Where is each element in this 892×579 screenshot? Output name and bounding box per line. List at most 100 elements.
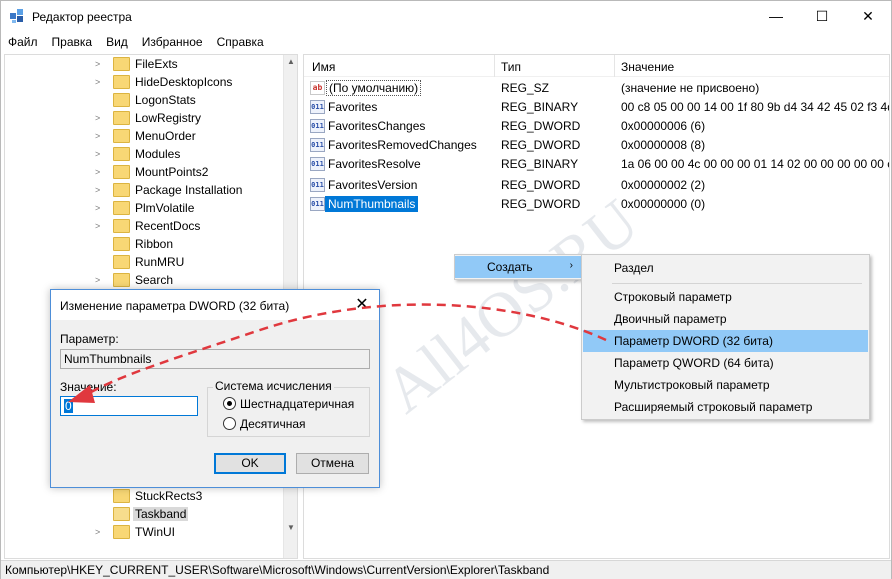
value-data: 0x00000002 (2): [621, 178, 706, 192]
table-row[interactable]: 011 FavoritesVersion REG_DWORD 0x0000000…: [304, 176, 889, 195]
expand-chevron-icon[interactable]: >: [95, 201, 105, 215]
expand-chevron-icon[interactable]: >: [95, 525, 105, 539]
window-title: Редактор реестра: [32, 10, 132, 24]
tree-item-plmvolatile[interactable]: > PlmVolatile: [5, 199, 283, 217]
folder-icon: [113, 93, 130, 107]
parameter-name-field[interactable]: NumThumbnails: [60, 349, 370, 369]
scroll-down-icon[interactable]: ▼: [287, 523, 295, 532]
menu-item-create[interactable]: Создать ›: [455, 256, 581, 278]
table-row[interactable]: 011 Favorites REG_BINARY 00 c8 05 00 00 …: [304, 98, 889, 117]
value-label: Значение:: [60, 380, 117, 394]
folder-icon: [113, 57, 130, 71]
expand-chevron-icon[interactable]: >: [95, 147, 105, 161]
folder-icon: [113, 75, 130, 89]
menu-edit[interactable]: Правка: [45, 32, 100, 52]
table-row[interactable]: 011 FavoritesRemovedChanges REG_DWORD 0x…: [304, 136, 889, 155]
tree-item-label: StuckRects3: [135, 489, 203, 503]
column-header-type[interactable]: Тип: [501, 60, 521, 74]
ok-button[interactable]: OK: [214, 453, 286, 474]
menu-view[interactable]: Вид: [99, 32, 135, 52]
menu-item-dword-value[interactable]: Параметр DWORD (32 бита): [583, 330, 868, 352]
cancel-button[interactable]: Отмена: [296, 453, 369, 474]
value-type: REG_DWORD: [501, 197, 581, 211]
folder-icon: [113, 489, 130, 503]
tree-item-label: Package Installation: [135, 183, 243, 197]
create-submenu: Раздел Строковый параметр Двоичный парам…: [581, 254, 870, 420]
minimize-button[interactable]: —: [753, 1, 799, 31]
table-row[interactable]: 011 FavoritesResolve REG_BINARY 1a 06 00…: [304, 155, 889, 174]
hex-radio-label[interactable]: Шестнадцатеричная: [240, 397, 354, 411]
menu-item-new-key[interactable]: Раздел: [582, 257, 869, 279]
folder-icon: [113, 183, 130, 197]
tree-item-modules[interactable]: > Modules: [5, 145, 283, 163]
tree-item-twinui[interactable]: > TWinUI: [5, 523, 283, 541]
tree-item-runmru[interactable]: RunMRU: [5, 253, 283, 271]
tree-item-search[interactable]: > Search: [5, 271, 283, 289]
expand-chevron-icon[interactable]: >: [95, 111, 105, 125]
tree-item-lowregistry[interactable]: > LowRegistry: [5, 109, 283, 127]
column-header-data[interactable]: Значение: [621, 60, 674, 74]
column-divider[interactable]: [614, 55, 615, 77]
decimal-radio[interactable]: [223, 417, 236, 430]
expand-chevron-icon[interactable]: >: [95, 129, 105, 143]
menu-file[interactable]: Файл: [1, 32, 45, 52]
menu-item-qword-value[interactable]: Параметр QWORD (64 бита): [582, 352, 869, 374]
menu-bar: Файл Правка Вид Избранное Справка: [1, 32, 891, 52]
tree-item-menuorder[interactable]: > MenuOrder: [5, 127, 283, 145]
menu-help[interactable]: Справка: [210, 32, 271, 52]
menu-favorites[interactable]: Избранное: [135, 32, 210, 52]
menu-item-string-value[interactable]: Строковый параметр: [582, 286, 869, 308]
tree-item-label: RunMRU: [135, 255, 185, 269]
value-type: REG_BINARY: [501, 100, 579, 114]
tree-item-stuckrects3[interactable]: StuckRects3: [5, 487, 283, 505]
dialog-title-bar: Изменение параметра DWORD (32 бита) ✕: [51, 290, 379, 320]
menu-item-label: Параметр DWORD (32 бита): [614, 334, 773, 348]
tree-item-recentdocs[interactable]: > RecentDocs: [5, 217, 283, 235]
column-header-name[interactable]: Имя: [312, 60, 335, 74]
maximize-button[interactable]: ☐: [799, 1, 845, 31]
folder-icon: [113, 147, 130, 161]
list-header: Имя Тип Значение: [304, 55, 889, 77]
table-row[interactable]: 011 FavoritesChanges REG_DWORD 0x0000000…: [304, 117, 889, 136]
tree-item-label: HideDesktopIcons: [135, 75, 233, 89]
dialog-close-icon[interactable]: ✕: [351, 294, 373, 316]
scroll-up-icon[interactable]: ▲: [287, 57, 295, 66]
folder-icon: [113, 129, 130, 143]
folder-icon: [113, 219, 130, 233]
expand-chevron-icon[interactable]: >: [95, 183, 105, 197]
value-name: FavoritesRemovedChanges: [328, 138, 477, 152]
tree-item-logonstats[interactable]: LogonStats: [5, 91, 283, 109]
value-type: REG_DWORD: [501, 178, 581, 192]
binary-value-icon: 011: [310, 178, 325, 192]
menu-item-expandable-string-value[interactable]: Расширяемый строковый параметр: [582, 396, 869, 418]
tree-item-label: FileExts: [135, 57, 178, 71]
value-data-input[interactable]: 0: [60, 396, 198, 416]
tree-item-package-installation[interactable]: > Package Installation: [5, 181, 283, 199]
tree-item-hidedesktopicons[interactable]: > HideDesktopIcons: [5, 73, 283, 91]
binary-value-icon: 011: [310, 100, 325, 114]
tree-item-taskband[interactable]: Taskband: [5, 505, 283, 523]
value-name: FavoritesVersion: [328, 178, 418, 192]
close-button[interactable]: ✕: [845, 1, 891, 31]
expand-chevron-icon[interactable]: >: [95, 75, 105, 89]
value-name: (По умолчанию): [326, 80, 422, 96]
menu-item-binary-value[interactable]: Двоичный параметр: [582, 308, 869, 330]
tree-item-mountpoints2[interactable]: > MountPoints2: [5, 163, 283, 181]
expand-chevron-icon[interactable]: >: [95, 165, 105, 179]
tree-item-label: Taskband: [133, 507, 189, 521]
expand-chevron-icon[interactable]: >: [95, 273, 105, 287]
value-name: NumThumbnails: [325, 196, 419, 212]
expand-chevron-icon[interactable]: >: [95, 57, 105, 71]
menu-item-multistring-value[interactable]: Мультистроковый параметр: [582, 374, 869, 396]
tree-item-ribbon[interactable]: Ribbon: [5, 235, 283, 253]
close-icon: ✕: [862, 7, 874, 24]
table-row[interactable]: ab (По умолчанию) REG_SZ (значение не пр…: [304, 79, 889, 98]
hex-radio[interactable]: [223, 397, 236, 410]
decimal-radio-label[interactable]: Десятичная: [240, 417, 306, 431]
value-data: 0x00000000 (0): [621, 197, 706, 211]
expand-chevron-icon[interactable]: >: [95, 219, 105, 233]
tree-item-label: LogonStats: [135, 93, 196, 107]
column-divider[interactable]: [494, 55, 495, 77]
tree-item-fileexts[interactable]: > FileExts: [5, 55, 283, 73]
table-row-selected[interactable]: 011 NumThumbnails REG_DWORD 0x00000000 (…: [304, 195, 889, 214]
